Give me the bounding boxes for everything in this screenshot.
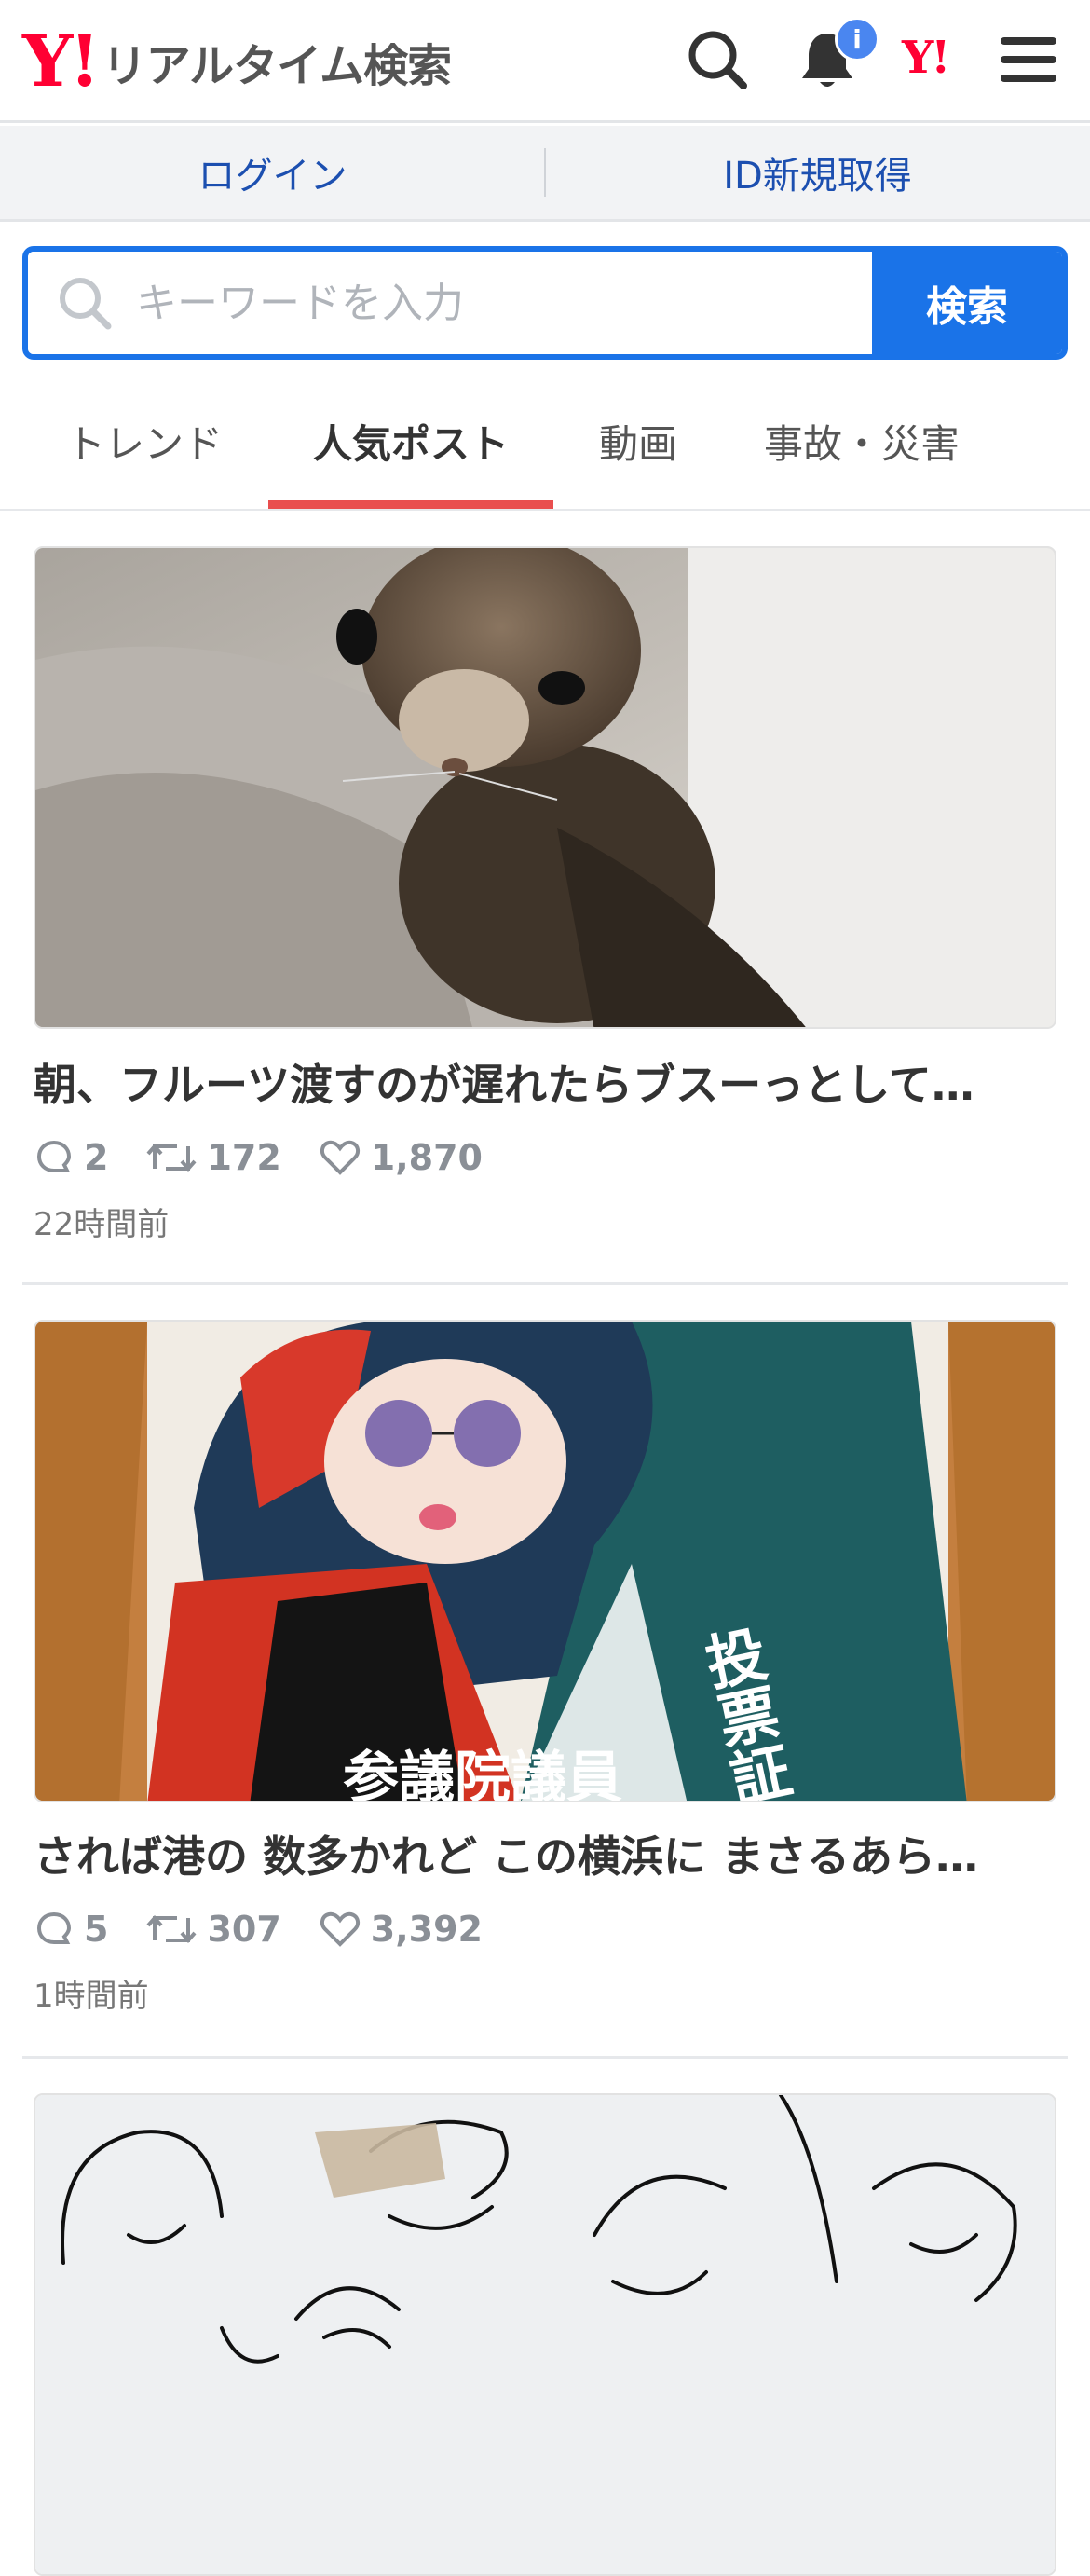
tab-popular-posts[interactable]: 人気ポスト (268, 373, 553, 509)
repost-stat[interactable]: 307 (145, 1909, 281, 1950)
post-stats: 5 307 3,392 (34, 1903, 520, 1955)
chipmunk-photo (35, 548, 1055, 1027)
search-field-icon (60, 278, 112, 330)
like-stat[interactable]: 1,870 (319, 1137, 483, 1178)
post-divider (22, 2056, 1068, 2059)
repost-icon (146, 1143, 197, 1172)
register-link[interactable]: ID新規取得 (545, 126, 1090, 219)
tab-trend[interactable]: トレンド (37, 373, 252, 509)
active-tab-indicator (268, 500, 553, 509)
post-divider (22, 1282, 1068, 1285)
notification-badge: i (835, 17, 879, 62)
search-box: 検索 (22, 246, 1068, 360)
tab-videos[interactable]: 動画 (559, 373, 717, 509)
post-card[interactable]: 投票証 参議院議員 されば港の 数多かれど この横浜に まさるあら… 5 307… (0, 1320, 1090, 2065)
tab-accidents-disasters[interactable]: 事故・災害 (736, 373, 988, 509)
anime-card-photo: 投票証 参議院議員 (35, 1322, 1055, 1802)
reply-stat[interactable]: 5 (34, 1909, 108, 1950)
heart-icon (320, 1140, 360, 1175)
auth-bar: ログイン ID新規取得 (0, 126, 1090, 222)
yahoo-icon[interactable]: Y! (902, 32, 950, 84)
post-card[interactable]: 朝、フルーツ渡すのが遅れたらブスーっとして… 2 172 1,870 22時間前 (0, 546, 1090, 1292)
repost-icon (146, 1914, 197, 1944)
like-stat[interactable]: 3,392 (319, 1909, 483, 1950)
search-button[interactable]: 検索 (872, 252, 1062, 354)
drawing-photo (35, 2095, 1055, 2574)
card-caption: 参議院議員 (343, 1746, 622, 1802)
post-time: 1時間前 (34, 1978, 149, 2015)
service-name: リアルタイム検索 (102, 40, 453, 92)
reply-count: 5 (84, 1909, 109, 1950)
reply-icon (36, 1140, 72, 1172)
post-image[interactable] (34, 546, 1056, 1029)
like-count: 1,870 (370, 1137, 483, 1178)
post-card[interactable] (0, 2093, 1090, 2576)
like-count: 3,392 (370, 1909, 483, 1950)
post-title[interactable]: されば港の 数多かれど この横浜に まさるあら… (34, 1823, 1056, 1888)
search-icon[interactable] (684, 26, 751, 93)
reply-stat[interactable]: 2 (34, 1137, 108, 1178)
heart-icon (320, 1911, 360, 1947)
search-input[interactable] (28, 252, 874, 354)
reply-icon (36, 1911, 72, 1944)
menu-icon[interactable] (995, 26, 1062, 93)
app-header: Y! リアルタイム検索 i Y! (0, 0, 1090, 123)
yahoo-logo-mark: Y! (22, 20, 101, 103)
post-image[interactable] (34, 2093, 1056, 2576)
post-time: 22時間前 (34, 1206, 170, 1243)
repost-count: 172 (207, 1137, 281, 1178)
login-link[interactable]: ログイン (0, 126, 545, 219)
reply-count: 2 (84, 1137, 109, 1178)
repost-stat[interactable]: 172 (145, 1137, 281, 1178)
post-image[interactable]: 投票証 参議院議員 (34, 1320, 1056, 1802)
post-title[interactable]: 朝、フルーツ渡すのが遅れたらブスーっとして… (34, 1051, 1056, 1117)
repost-count: 307 (207, 1909, 281, 1950)
yahoo-realtime-logo[interactable]: Y! リアルタイム検索 (22, 20, 453, 103)
post-stats: 2 172 1,870 (34, 1131, 520, 1184)
category-tabs: トレンド 人気ポスト 動画 事故・災害 (0, 373, 1090, 511)
